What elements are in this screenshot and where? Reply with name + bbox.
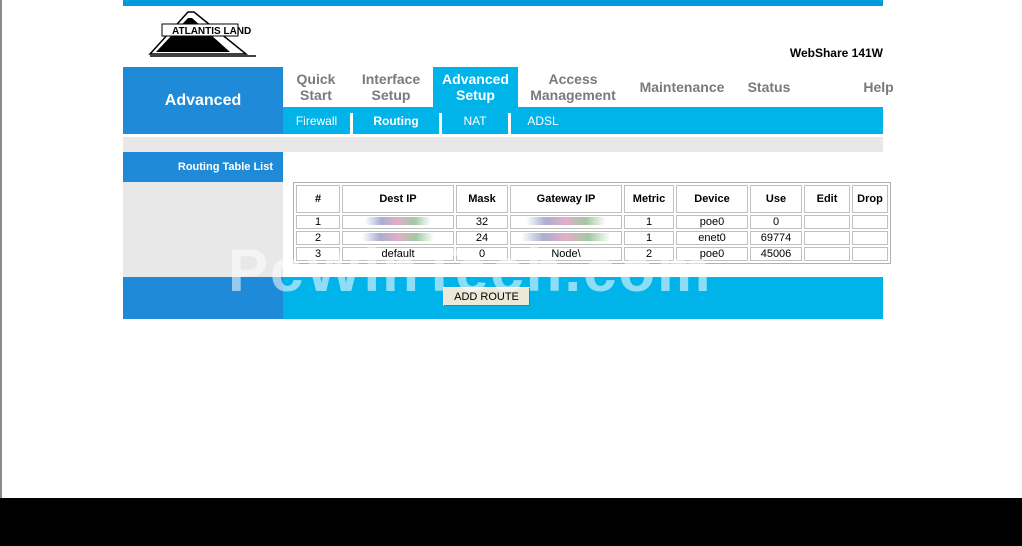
- logo-text: ATLANTIS LAND: [172, 26, 251, 37]
- cell-num: 3: [296, 247, 340, 261]
- cell-dest-ip: [342, 215, 454, 229]
- cell-mask: 0: [456, 247, 508, 261]
- top-accent-stripe: [123, 0, 883, 6]
- menu-interface-setup[interactable]: Interface Setup: [349, 67, 433, 107]
- cell-metric: 1: [624, 215, 674, 229]
- submenu-adsl[interactable]: ADSL: [511, 107, 575, 134]
- atlantis-logo-graphic: ATLANTIS LAND: [148, 11, 256, 57]
- cell-num: 1: [296, 215, 340, 229]
- cell-drop[interactable]: [852, 247, 888, 261]
- cell-edit[interactable]: [804, 215, 850, 229]
- add-route-button[interactable]: ADD ROUTE: [443, 287, 530, 306]
- menu-help[interactable]: Help: [802, 67, 918, 107]
- sidebar-footer: [123, 277, 283, 319]
- window-left-border: [0, 0, 2, 498]
- col-header-use: Use: [750, 185, 802, 213]
- cell-gateway-ip: Node\: [510, 247, 622, 261]
- cell-edit[interactable]: [804, 231, 850, 245]
- cell-drop[interactable]: [852, 215, 888, 229]
- cell-dest-ip: default: [342, 247, 454, 261]
- table-row: 2 24 1 enet0 69774: [296, 231, 888, 245]
- section-title: Advanced: [123, 67, 283, 134]
- cell-use: 45006: [750, 247, 802, 261]
- bottom-black-bar: [0, 498, 1022, 546]
- cell-gateway-ip: [510, 215, 622, 229]
- submenu-firewall[interactable]: Firewall: [283, 107, 350, 134]
- col-header-drop: Drop: [852, 185, 888, 213]
- cell-mask: 24: [456, 231, 508, 245]
- table-row: 1 32 1 poe0 0: [296, 215, 888, 229]
- routing-table: # Dest IP Mask Gateway IP Metric Device …: [293, 182, 891, 264]
- col-header-mask: Mask: [456, 185, 508, 213]
- sidebar-title: Routing Table List: [123, 152, 283, 182]
- menu-maintenance[interactable]: Maintenance: [628, 67, 736, 107]
- sidebar-panel: [123, 182, 283, 277]
- gray-divider-band: [123, 137, 883, 152]
- cell-device: poe0: [676, 215, 748, 229]
- col-header-metric: Metric: [624, 185, 674, 213]
- cell-use: 69774: [750, 231, 802, 245]
- atlantis-logo: ATLANTIS LAND: [148, 8, 260, 60]
- redacted-ip: [526, 217, 606, 225]
- col-header-num: #: [296, 185, 340, 213]
- cell-mask: 32: [456, 215, 508, 229]
- cell-gateway-ip: [510, 231, 622, 245]
- cell-drop[interactable]: [852, 231, 888, 245]
- table-header-row: # Dest IP Mask Gateway IP Metric Device …: [296, 185, 888, 213]
- cell-use: 0: [750, 215, 802, 229]
- submenu-nat[interactable]: NAT: [442, 107, 508, 134]
- cell-num: 2: [296, 231, 340, 245]
- col-header-device: Device: [676, 185, 748, 213]
- table-row: 3 default 0 Node\ 2 poe0 45006: [296, 247, 888, 261]
- menu-advanced-setup[interactable]: Advanced Setup: [433, 67, 518, 107]
- content-footer: [283, 277, 883, 319]
- cell-device: poe0: [676, 247, 748, 261]
- cell-edit[interactable]: [804, 247, 850, 261]
- main-menu: Quick Start Interface Setup Advanced Set…: [283, 67, 894, 107]
- cell-metric: 1: [624, 231, 674, 245]
- cell-metric: 2: [624, 247, 674, 261]
- menu-status[interactable]: Status: [736, 67, 802, 107]
- menu-help-label: Help: [863, 79, 894, 95]
- cell-device: enet0: [676, 231, 748, 245]
- submenu-routing[interactable]: Routing: [353, 107, 439, 134]
- product-name: WebShare 141W: [789, 46, 883, 60]
- menu-quick-start[interactable]: Quick Start: [283, 67, 349, 107]
- redacted-ip: [365, 217, 431, 225]
- col-header-gateway-ip: Gateway IP: [510, 185, 622, 213]
- col-header-edit: Edit: [804, 185, 850, 213]
- redacted-ip: [521, 233, 611, 241]
- menu-access-management[interactable]: Access Management: [518, 67, 628, 107]
- sub-menu: Firewall Routing NAT ADSL: [283, 107, 883, 134]
- col-header-dest-ip: Dest IP: [342, 185, 454, 213]
- cell-dest-ip: [342, 231, 454, 245]
- redacted-ip: [362, 233, 434, 241]
